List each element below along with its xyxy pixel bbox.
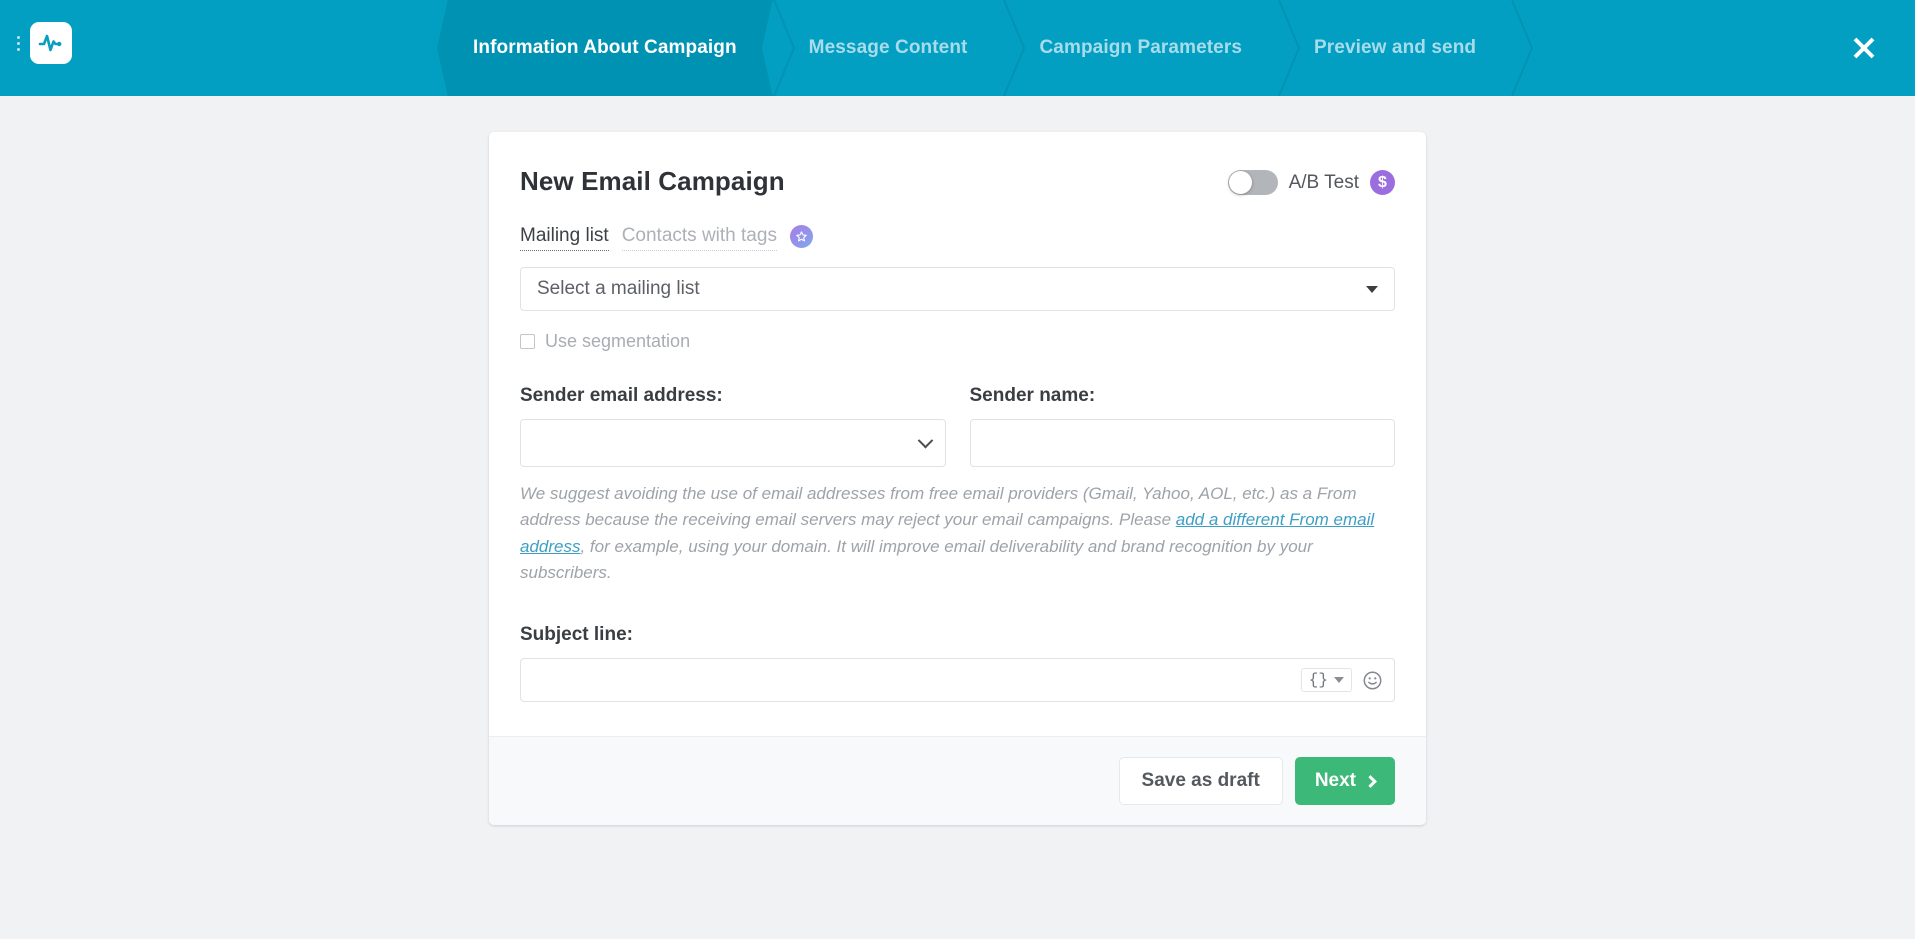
top-header-bar: Information About Campaign Message Conte… — [0, 0, 1915, 96]
use-segmentation-checkbox[interactable] — [520, 334, 535, 349]
tab-mailing-list[interactable]: Mailing list — [520, 225, 609, 251]
sender-fields-row: Sender email address: Sender name: — [520, 385, 1395, 467]
next-button-label: Next — [1314, 770, 1356, 792]
pulse-logo-icon[interactable] — [30, 22, 72, 64]
subject-line-input[interactable]: {} — [520, 658, 1395, 703]
subject-line-label: Subject line: — [520, 624, 633, 646]
sender-name-field-group: Sender name: — [969, 385, 1395, 467]
braces-icon: {} — [1308, 671, 1328, 690]
mailing-list-selected-value: Select a mailing list — [537, 278, 700, 299]
tab-label: Information About Campaign — [473, 37, 737, 58]
star-icon — [789, 225, 813, 248]
tab-contacts-with-tags[interactable]: Contacts with tags — [621, 225, 777, 251]
sender-email-label: Sender email address: — [520, 385, 723, 406]
card-header: New Email Campaign A/B Test $ — [520, 162, 1395, 197]
caret-down-icon — [1334, 677, 1344, 684]
close-icon[interactable] — [1845, 29, 1883, 67]
tab-divider-icon — [1278, 0, 1301, 96]
ab-test-label: A/B Test — [1288, 171, 1359, 193]
tab-label: Message Content — [808, 37, 968, 58]
save-as-draft-button[interactable]: Save as draft — [1118, 757, 1283, 806]
tab-label: Preview and send — [1314, 37, 1477, 58]
chevron-down-icon — [917, 432, 933, 448]
use-segmentation-label: Use segmentation — [545, 331, 691, 351]
premium-dollar-badge: $ — [1370, 170, 1395, 195]
toggle-knob — [1228, 171, 1252, 194]
sender-email-select[interactable] — [520, 419, 946, 467]
ab-test-toggle[interactable] — [1227, 170, 1278, 195]
sender-name-label: Sender name: — [969, 385, 1096, 406]
ab-test-control: A/B Test $ — [1227, 170, 1395, 195]
kebab-menu-icon[interactable] — [14, 34, 23, 53]
tab-information-about-campaign[interactable]: Information About Campaign — [437, 0, 773, 96]
merge-tag-button[interactable]: {} — [1300, 668, 1352, 693]
tab-label: Campaign Parameters — [1039, 37, 1243, 58]
card-footer: Save as draft Next — [489, 736, 1426, 826]
next-button[interactable]: Next — [1294, 757, 1395, 806]
card-body: New Email Campaign A/B Test $ Mailing li… — [489, 132, 1426, 736]
audience-source-tabs: Mailing list Contacts with tags — [520, 225, 1395, 251]
tab-divider-icon — [1003, 0, 1026, 96]
chevron-right-icon — [1364, 775, 1377, 788]
sender-email-field-group: Sender email address: — [520, 385, 946, 467]
page-title: New Email Campaign — [520, 166, 785, 196]
brand-area — [14, 22, 72, 64]
smiley-icon[interactable] — [1362, 670, 1383, 691]
sender-help-text: We suggest avoiding the use of email add… — [520, 481, 1395, 586]
tab-message-content[interactable]: Message Content — [772, 0, 1004, 96]
caret-down-icon — [1366, 285, 1378, 293]
sender-name-input[interactable] — [969, 419, 1395, 467]
tab-divider-icon — [1511, 0, 1534, 96]
help-text-part-2: , for example, using your domain. It wil… — [520, 536, 1313, 583]
wizard-tabs: Information About Campaign Message Conte… — [437, 0, 1534, 96]
tab-campaign-parameters[interactable]: Campaign Parameters — [1003, 0, 1278, 96]
tab-preview-and-send[interactable]: Preview and send — [1278, 0, 1534, 96]
new-email-campaign-card: New Email Campaign A/B Test $ Mailing li… — [489, 132, 1426, 826]
tab-divider-icon — [772, 0, 795, 96]
use-segmentation-row: Use segmentation — [520, 331, 1395, 352]
mailing-list-select[interactable]: Select a mailing list — [520, 267, 1395, 311]
